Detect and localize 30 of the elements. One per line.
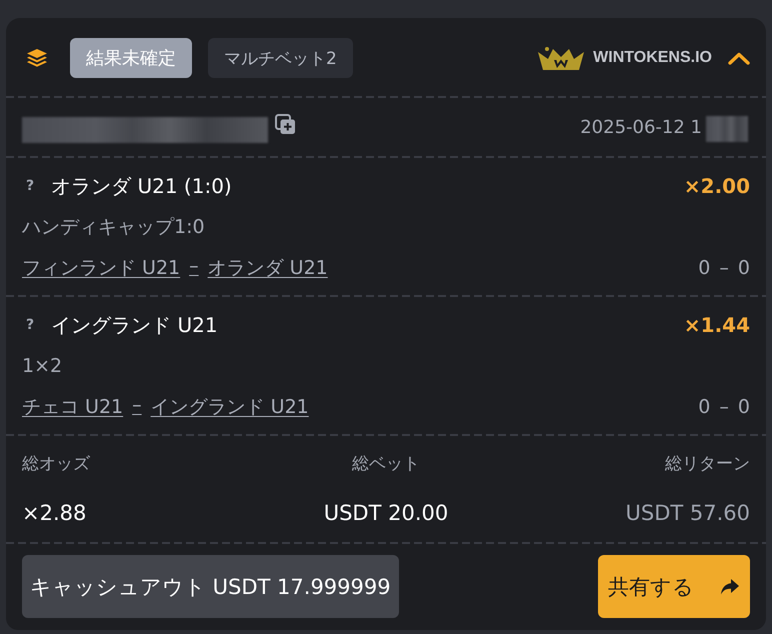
match-score: 0 – 0 bbox=[698, 257, 750, 279]
redacted-block bbox=[706, 116, 748, 142]
odds-value: ×1.44 bbox=[684, 313, 750, 337]
total-value: USDT 20.00 bbox=[324, 500, 448, 527]
bet-date: 2025-06-12 1 bbox=[580, 116, 702, 138]
match-link[interactable]: フィンランド U21 – オランダ U21 bbox=[22, 255, 328, 281]
chevron-icon[interactable] bbox=[728, 52, 750, 64]
copy-icon[interactable] bbox=[275, 114, 296, 134]
total-value: USDT 57.60 bbox=[626, 500, 750, 527]
total-label: 総ベット bbox=[352, 453, 420, 476]
market-name: ハンディキャップ1:0 bbox=[22, 215, 205, 240]
match-score: 0 – 0 bbox=[698, 396, 750, 418]
selection-title: イングランド U21 bbox=[51, 312, 218, 338]
share-icon bbox=[720, 578, 740, 595]
total-value: ×2.88 bbox=[22, 500, 86, 527]
odds-value: ×2.00 bbox=[684, 174, 750, 198]
status-badge: 結果未確定 bbox=[70, 38, 192, 78]
brand-name: WINTOKENS.IO bbox=[593, 49, 712, 67]
result-mark: ? bbox=[26, 178, 34, 194]
share-button[interactable]: 共有する bbox=[598, 555, 750, 618]
total-label: 総リターン bbox=[665, 453, 750, 476]
total-label: 総オッズ bbox=[22, 453, 90, 476]
selection-title: オランダ U21 (1:0) bbox=[51, 172, 232, 200]
cashout-button[interactable]: キャッシュアウト USDT 17.999999 bbox=[22, 555, 399, 618]
crown-icon bbox=[538, 46, 584, 70]
match-link[interactable]: チェコ U21 – イングランド U21 bbox=[22, 394, 309, 420]
layers-icon bbox=[26, 48, 48, 68]
market-name: 1×2 bbox=[22, 355, 62, 377]
bet-type-badge: マルチベット2 bbox=[208, 38, 353, 78]
result-mark: ? bbox=[26, 317, 34, 333]
